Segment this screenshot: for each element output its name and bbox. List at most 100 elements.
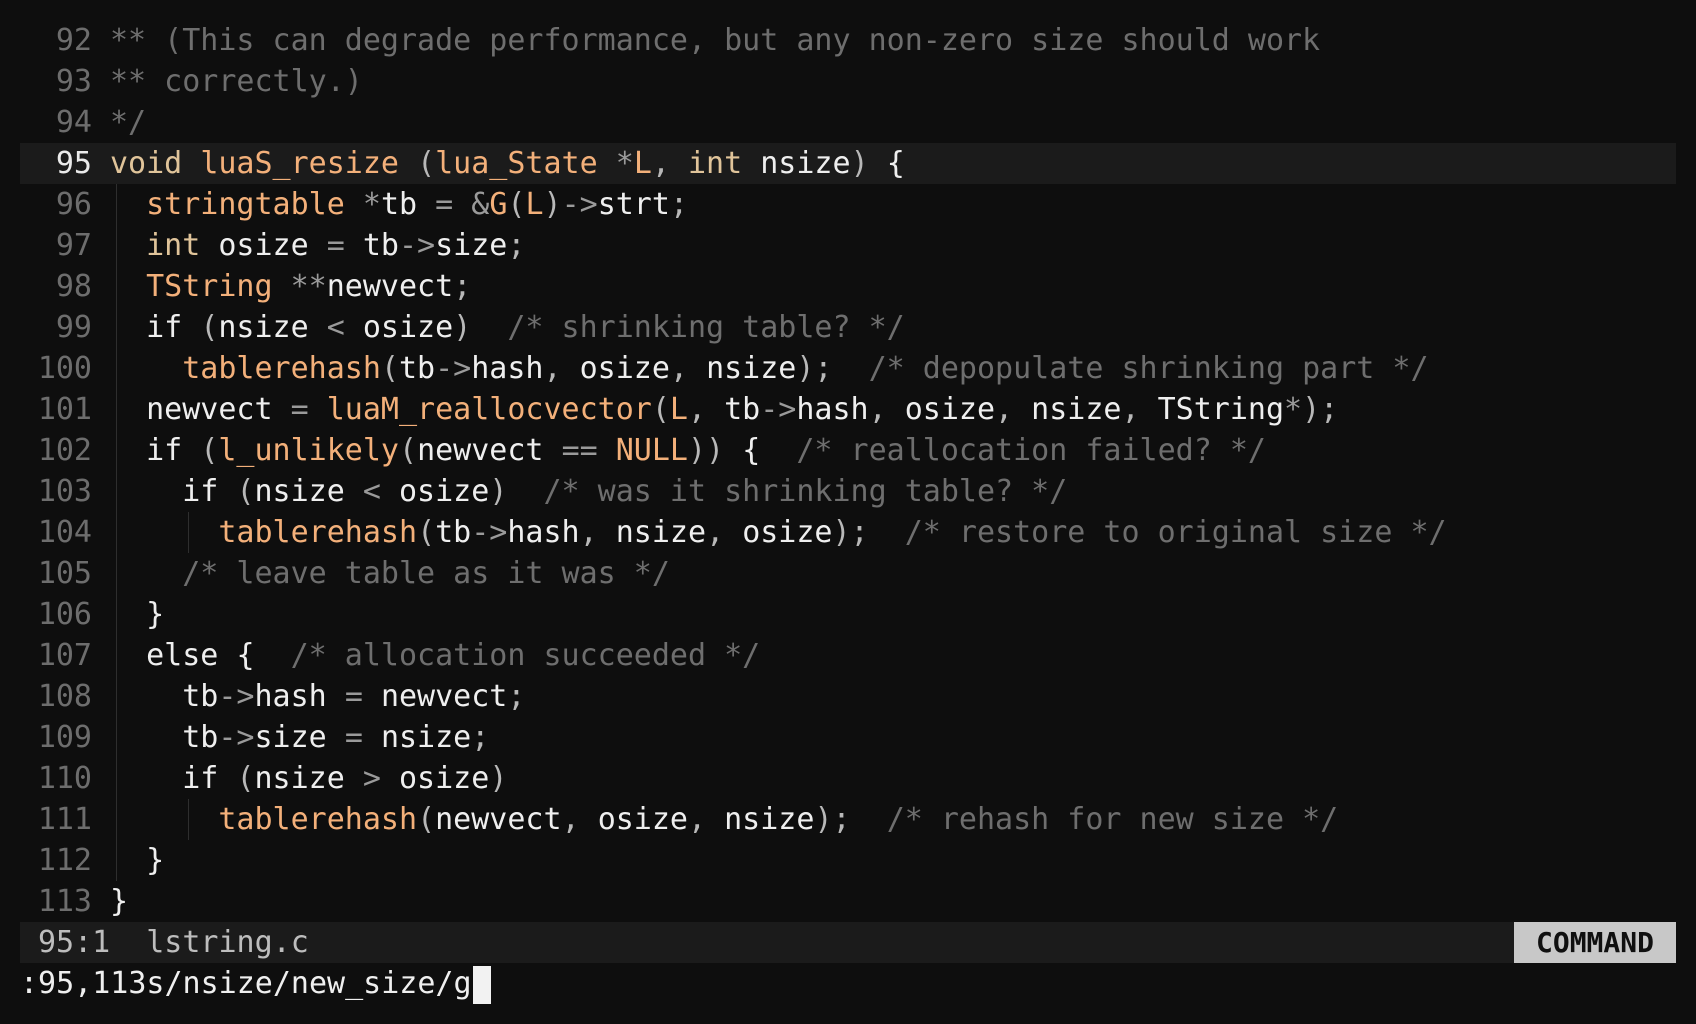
code-token: NULL	[615, 433, 688, 468]
code-token: osize	[399, 761, 490, 796]
cursor-position: 95:1	[38, 925, 111, 960]
code-token: (	[200, 310, 219, 345]
code-token: int	[146, 228, 201, 263]
code-token: /* was it shrinking table? */	[543, 474, 1068, 509]
line-number: 100	[37, 351, 92, 386]
code-token: nsize	[254, 474, 345, 509]
line-number: 108	[37, 679, 92, 714]
code-token: hash	[796, 392, 869, 427]
code-line[interactable]: 105 /* leave table as it was */	[20, 553, 1676, 594]
code-line[interactable]: 94 */	[20, 102, 1676, 143]
line-number: 103	[37, 474, 92, 509]
text-cursor	[472, 965, 491, 1004]
code-token: )	[850, 146, 869, 181]
code-line[interactable]: 100 tablerehash(tb->hash, osize, nsize);…	[20, 348, 1676, 389]
code-line[interactable]: 109 tb->size = nsize;	[20, 717, 1676, 758]
code-line[interactable]: 102 if (l_unlikely(newvect == NULL)) { /…	[20, 430, 1676, 471]
code-line[interactable]: 97 int osize = tb->size;	[20, 225, 1676, 266]
code-text: tb->size = nsize;	[110, 720, 489, 755]
code-line[interactable]: 104 tablerehash(tb->hash, nsize, osize);…	[20, 512, 1676, 553]
line-number: 98	[55, 269, 92, 304]
code-token: );	[832, 515, 869, 550]
code-token: ,	[669, 351, 688, 386]
code-line[interactable]: 111 tablerehash(newvect, osize, nsize); …	[20, 799, 1676, 840]
code-line[interactable]: 112 }	[20, 840, 1676, 881]
code-text: else { /* allocation succeeded */	[110, 638, 760, 673]
code-text: if (l_unlikely(newvect == NULL)) { /* re…	[110, 433, 1266, 468]
line-number: 99	[55, 310, 92, 345]
code-text: ** correctly.)	[110, 64, 363, 99]
line-number: 109	[37, 720, 92, 755]
code-text: tablerehash(newvect, osize, nsize); /* r…	[110, 802, 1338, 837]
code-line[interactable]: 92 ** (This can degrade performance, but …	[20, 20, 1676, 61]
code-token: {	[742, 433, 761, 468]
code-token: <	[362, 474, 381, 509]
code-token: luaM_reallocvector	[326, 392, 652, 427]
line-number: 105	[37, 556, 92, 591]
code-line[interactable]: 99 if (nsize < osize) /* shrinking table…	[20, 307, 1676, 348]
code-token: if	[182, 474, 219, 509]
code-line[interactable]: 103 if (nsize < osize) /* was it shrinki…	[20, 471, 1676, 512]
code-token: TString	[146, 269, 273, 304]
code-token: *	[362, 187, 381, 222]
code-token: nsize	[218, 310, 309, 345]
code-token: strt	[597, 187, 670, 222]
code-token: L	[669, 392, 688, 427]
code-token: ->	[760, 392, 797, 427]
code-token: tb	[182, 720, 219, 755]
code-line[interactable]: 110 if (nsize > osize)	[20, 758, 1676, 799]
code-line[interactable]: 98 TString **newvect;	[20, 266, 1676, 307]
code-line[interactable]: 106 }	[20, 594, 1676, 635]
code-line[interactable]: 101 newvect = luaM_reallocvector(L, tb->…	[20, 389, 1676, 430]
code-line[interactable]: 96 stringtable *tb = &G(L)->strt;	[20, 184, 1676, 225]
code-line[interactable]: 113}	[20, 881, 1676, 922]
code-token: /* leave table as it was */	[182, 556, 670, 591]
code-line[interactable]: 93 ** correctly.)	[20, 61, 1676, 102]
code-token: );	[814, 802, 851, 837]
code-token: newvect	[435, 802, 562, 837]
code-token: =	[326, 228, 345, 263]
code-line[interactable]: 107 else { /* allocation succeeded */	[20, 635, 1676, 676]
line-number: 110	[37, 761, 92, 796]
code-token: newvect	[146, 392, 273, 427]
code-editor[interactable]: 92 ** (This can degrade performance, but …	[20, 20, 1676, 922]
code-text: tablerehash(tb->hash, osize, nsize); /* …	[110, 351, 1428, 386]
line-number: 97	[55, 228, 92, 263]
code-token: ** correctly.)	[110, 64, 363, 99]
code-line[interactable]: 95 void luaS_resize (lua_State *L, int ns…	[20, 143, 1676, 184]
code-token: /* reallocation failed? */	[796, 433, 1266, 468]
line-number: 104	[37, 515, 92, 550]
line-number: 92	[55, 23, 92, 58]
code-line[interactable]: 108 tb->hash = newvect;	[20, 676, 1676, 717]
code-token: *	[615, 146, 634, 181]
line-number: 112	[37, 843, 92, 878]
code-text: void luaS_resize (lua_State *L, int nsiz…	[110, 146, 905, 181]
code-text: /* leave table as it was */	[110, 556, 670, 591]
command-line[interactable]: :95,113s/nsize/new_size/g	[20, 963, 1676, 1004]
code-token: {	[236, 638, 255, 673]
